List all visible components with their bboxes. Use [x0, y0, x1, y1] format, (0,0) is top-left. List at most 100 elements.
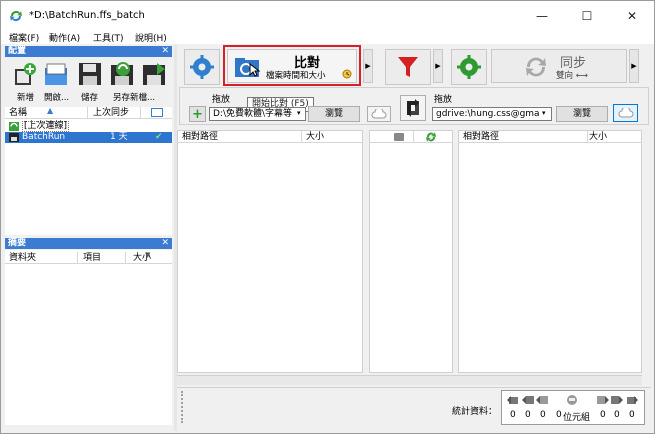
menu-help[interactable]: 說明(H)	[135, 31, 167, 44]
sync-options-arrow[interactable]: ▶	[629, 49, 639, 83]
sort-up-icon: ▲	[47, 106, 54, 115]
save-as-batch-icon[interactable]	[141, 61, 167, 87]
stat-update-right: 0	[614, 410, 620, 420]
mouse-cursor-icon	[249, 63, 261, 77]
compare-options-arrow[interactable]: ▶	[363, 49, 373, 83]
right-folder-path: gdrive:\hung.css@gma	[436, 109, 540, 119]
config-list-header: 名稱 ▲ 上次同步	[5, 106, 172, 119]
col-name[interactable]: 名稱	[9, 107, 27, 119]
left-cloud-button[interactable]	[367, 106, 391, 122]
sync-settings-button[interactable]	[451, 49, 487, 85]
arrow-right-icon: ▶	[365, 62, 371, 70]
filter-button[interactable]	[385, 49, 431, 85]
cloud-icon	[618, 108, 633, 118]
create-left-icon	[507, 396, 518, 404]
camera-icon[interactable]	[394, 133, 404, 141]
green-gear-icon	[457, 55, 481, 79]
left-col-size[interactable]: 大小	[306, 131, 324, 143]
save-icon[interactable]	[77, 61, 103, 87]
config-panel-close-icon[interactable]: ✕	[161, 46, 169, 57]
menu-tools[interactable]: 工具(T)	[93, 31, 124, 44]
sync-green-icon[interactable]	[426, 132, 436, 142]
summary-panel-header: 摘要 ✕	[5, 238, 172, 249]
summary-panel-close-icon[interactable]: ✕	[161, 238, 169, 249]
save-as-label: 另存新檔...	[113, 93, 156, 103]
col-divider	[587, 131, 588, 143]
add-folder-pair-button[interactable]: +	[189, 106, 206, 122]
summary-panel-title: 摘要	[8, 238, 27, 248]
title-bar: *D:\BatchRun.ffs_batch — ☐ ✕	[1, 1, 654, 31]
col-divider	[125, 252, 126, 264]
left-folder-input[interactable]: D:\免費軟體\字幕等	[209, 107, 306, 121]
left-file-grid[interactable]	[177, 130, 363, 373]
right-grid-header: 相對路徑 大小	[459, 131, 641, 143]
save-as-icon[interactable]	[109, 61, 135, 87]
arrow-right-icon: ▶	[631, 62, 637, 70]
col-items[interactable]: 項目	[83, 252, 101, 264]
delete-left-icon	[536, 396, 548, 404]
col-last-sync[interactable]: 上次同步	[93, 107, 129, 119]
middle-action-grid[interactable]	[369, 130, 453, 373]
left-drop-label: 拖放	[212, 95, 231, 105]
dropdown-arrow-icon[interactable]: ▾	[297, 109, 301, 117]
col-divider	[413, 131, 414, 143]
menu-actions[interactable]: 動作(A)	[49, 31, 80, 44]
batch-icon	[9, 133, 19, 142]
status-grip[interactable]	[181, 391, 185, 423]
left-grid-header: 相對路徑 大小	[178, 131, 362, 143]
maximize-icon: ☐	[581, 9, 593, 23]
right-col-size[interactable]: 大小	[589, 131, 607, 143]
filter-icon	[398, 57, 418, 77]
left-folder-path: D:\免費軟體\字幕等	[213, 109, 293, 119]
col-divider	[77, 252, 78, 264]
plus-icon: +	[192, 106, 203, 122]
statistics-label: 統計資料：	[452, 407, 498, 417]
left-col-relative-path[interactable]: 相對路徑	[182, 131, 218, 143]
horizontal-scrollbar[interactable]	[177, 375, 642, 385]
window-title: *D:\BatchRun.ffs_batch	[29, 10, 145, 21]
config-panel-title: 配置	[8, 46, 27, 56]
filter-options-arrow[interactable]: ▶	[433, 49, 443, 83]
sync-subtitle: 雙向 ⟷	[556, 71, 588, 81]
stat-delete-left: 0	[540, 410, 546, 420]
config-row-last-session[interactable]: [上次連線]	[5, 121, 172, 132]
menu-file[interactable]: 檔案(F)	[9, 31, 39, 44]
right-browse-button[interactable]: 瀏覽	[556, 106, 608, 122]
update-right-icon	[611, 396, 623, 404]
right-folder-input[interactable]: gdrive:\hung.css@gma	[432, 107, 552, 121]
maximize-button[interactable]: ☐	[565, 1, 609, 31]
delete-right-icon	[597, 396, 609, 404]
dropdown-arrow-icon[interactable]: ▾	[542, 109, 546, 117]
swap-icon	[407, 99, 419, 117]
app-window: *D:\BatchRun.ffs_batch — ☐ ✕ 檔案(F) 動作(A)…	[0, 0, 655, 434]
new-config-icon[interactable]	[12, 61, 38, 87]
list-view-icon[interactable]	[151, 108, 163, 117]
col-folder[interactable]: 資料夾	[9, 252, 36, 264]
sync-green-icon	[9, 122, 19, 131]
close-button[interactable]: ✕	[610, 1, 654, 31]
config-name: BatchRun	[22, 132, 66, 142]
check-icon: ✔	[155, 132, 163, 142]
middle-grid-header	[370, 131, 452, 143]
config-row-batchrun[interactable]: BatchRun 1 天 ✔	[5, 132, 172, 143]
config-last-sync: 1 天	[110, 132, 128, 142]
statistics-box: 0 0 0 0 位元組 0 0 0	[501, 390, 645, 425]
compare-subtitle: 檔案時間和大小	[266, 71, 326, 81]
stat-update-left: 0	[525, 410, 531, 420]
sync-arrows-icon	[526, 57, 546, 77]
col-divider	[140, 107, 141, 119]
stat-delete-right: 0	[600, 410, 606, 420]
right-file-grid[interactable]	[458, 130, 642, 373]
compare-button[interactable]: 比對 檔案時間和大小	[227, 49, 357, 83]
compare-settings-button[interactable]	[184, 49, 220, 85]
right-cloud-button[interactable]	[613, 104, 638, 122]
minimize-icon: —	[536, 9, 548, 23]
swap-sides-button[interactable]	[400, 95, 426, 121]
left-browse-button[interactable]: 瀏覽	[308, 106, 360, 122]
right-col-relative-path[interactable]: 相對路徑	[463, 131, 499, 143]
open-icon[interactable]	[43, 61, 69, 87]
sync-button[interactable]: 同步 雙向 ⟷	[491, 49, 627, 83]
minimize-button[interactable]: —	[520, 1, 564, 31]
stat-create-left: 0	[510, 410, 516, 420]
col-divider	[87, 107, 88, 119]
